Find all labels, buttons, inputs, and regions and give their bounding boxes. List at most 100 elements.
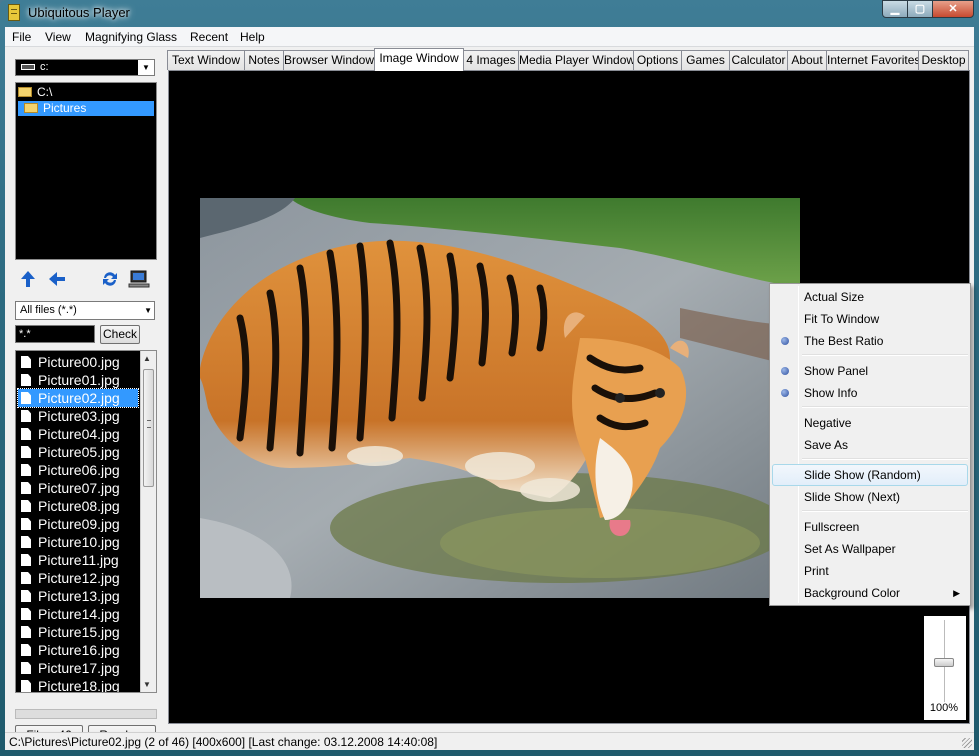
- list-item[interactable]: Picture00.jpg: [18, 353, 138, 371]
- list-item[interactable]: Picture15.jpg: [18, 623, 138, 641]
- file-list[interactable]: Picture00.jpg Picture01.jpg Picture02.jpg P…: [15, 350, 157, 693]
- menu-item-set-as-wallpaper[interactable]: Set As Wallpaper: [772, 538, 968, 560]
- tab-image-window[interactable]: Image Window: [374, 48, 464, 71]
- file-name: Picture14.jpg: [38, 606, 120, 622]
- menu-item-label: Fit To Window: [804, 312, 880, 326]
- window-title: Ubiquitous Player: [28, 5, 130, 20]
- list-item[interactable]: Picture05.jpg: [18, 443, 138, 461]
- tab-games[interactable]: Games: [681, 50, 730, 70]
- menu-item-slide-show-random[interactable]: Slide Show (Random): [772, 464, 968, 486]
- menu-item-the-best-ratio[interactable]: The Best Ratio: [772, 330, 968, 352]
- menu-item-negative[interactable]: Negative: [772, 412, 968, 434]
- left-panel: c: ▼ C:\ Pictures All files (*.*) ▼ *.* …: [5, 47, 163, 746]
- zoom-label: 100%: [929, 702, 959, 714]
- list-splitter[interactable]: [15, 709, 157, 719]
- menu-help[interactable]: Help: [238, 29, 267, 45]
- app-icon: [8, 4, 20, 21]
- file-mask-input[interactable]: *.*: [15, 325, 95, 343]
- menu-magnifying-glass[interactable]: Magnifying Glass: [83, 29, 179, 45]
- list-item[interactable]: Picture16.jpg: [18, 641, 138, 659]
- file-name: Picture11.jpg: [38, 552, 119, 568]
- chevron-down-icon[interactable]: ▼: [138, 60, 154, 75]
- maximize-button[interactable]: ▢: [907, 0, 933, 18]
- list-item[interactable]: Picture09.jpg: [18, 515, 138, 533]
- list-item[interactable]: Picture02.jpg: [17, 388, 139, 408]
- menu-item-label: Set As Wallpaper: [804, 542, 896, 556]
- file-icon: [21, 374, 31, 386]
- file-name: Picture18.jpg: [38, 678, 120, 693]
- list-item[interactable]: Picture03.jpg: [18, 407, 138, 425]
- tab-media-player-window[interactable]: Media Player Window: [518, 50, 635, 70]
- file-list-scrollbar[interactable]: ▲ ▼: [140, 351, 156, 692]
- menu-recent[interactable]: Recent: [188, 29, 230, 45]
- tree-item-pictures[interactable]: Pictures: [18, 101, 154, 116]
- folder-tree[interactable]: C:\ Pictures: [15, 82, 157, 260]
- list-item[interactable]: Picture14.jpg: [18, 605, 138, 623]
- file-icon: [21, 356, 31, 368]
- menu-item-actual-size[interactable]: Actual Size: [772, 286, 968, 308]
- file-filter-select[interactable]: All files (*.*) ▼: [15, 301, 155, 320]
- menu-item-show-info[interactable]: Show Info: [772, 382, 968, 404]
- menu-item-background-color[interactable]: Background Color ▶: [772, 582, 968, 604]
- chevron-down-icon[interactable]: ▼: [144, 302, 152, 319]
- up-arrow-icon[interactable]: [17, 269, 39, 291]
- list-item[interactable]: Picture18.jpg: [18, 677, 138, 693]
- menu-view[interactable]: View: [43, 29, 73, 45]
- tab-browser-window[interactable]: Browser Window: [283, 50, 375, 70]
- tab-desktop[interactable]: Desktop: [918, 50, 969, 70]
- minimize-button[interactable]: ▁: [882, 0, 908, 18]
- computer-icon[interactable]: [128, 269, 150, 291]
- menu-item-fit-to-window[interactable]: Fit To Window: [772, 308, 968, 330]
- title-bar[interactable]: Ubiquitous Player ▁ ▢ ✕: [0, 0, 979, 27]
- menu-file[interactable]: File: [10, 29, 33, 45]
- menu-separator: [802, 510, 968, 512]
- close-button[interactable]: ✕: [932, 0, 974, 18]
- scroll-down-icon[interactable]: ▼: [143, 680, 151, 689]
- menu-item-label: Save As: [804, 438, 849, 452]
- tab-calculator[interactable]: Calculator: [729, 50, 788, 70]
- left-arrow-icon[interactable]: [46, 269, 68, 291]
- scroll-up-icon[interactable]: ▲: [143, 354, 151, 363]
- menu-item-label: Slide Show (Next): [804, 490, 901, 504]
- list-item[interactable]: Picture04.jpg: [18, 425, 138, 443]
- file-name: Picture01.jpg: [38, 372, 120, 388]
- file-icon: [21, 500, 31, 512]
- drive-select[interactable]: c: ▼: [15, 59, 155, 76]
- menu-item-save-as[interactable]: Save As: [772, 434, 968, 456]
- menu-bar: File View Magnifying Glass Recent Help: [5, 27, 974, 47]
- list-item[interactable]: Picture10.jpg: [18, 533, 138, 551]
- tab-internet-favorites[interactable]: Internet Favorites: [826, 50, 920, 70]
- menu-item-fullscreen[interactable]: Fullscreen: [772, 516, 968, 538]
- tab-about[interactable]: About: [787, 50, 827, 70]
- tab-4-images[interactable]: 4 Images: [463, 50, 519, 70]
- menu-item-show-panel[interactable]: Show Panel: [772, 360, 968, 382]
- menu-item-print[interactable]: Print: [772, 560, 968, 582]
- file-icon: [21, 590, 31, 602]
- tab-options[interactable]: Options: [633, 50, 682, 70]
- list-item[interactable]: Picture06.jpg: [18, 461, 138, 479]
- menu-item-slide-show-next[interactable]: Slide Show (Next): [772, 486, 968, 508]
- list-item[interactable]: Picture07.jpg: [18, 479, 138, 497]
- file-name: Picture06.jpg: [38, 462, 120, 478]
- list-item[interactable]: Picture08.jpg: [18, 497, 138, 515]
- scrollbar-thumb[interactable]: [143, 369, 154, 487]
- tree-item-root[interactable]: C:\: [18, 85, 52, 100]
- menu-item-label: Background Color: [804, 586, 901, 600]
- list-item[interactable]: Picture11.jpg: [18, 551, 138, 569]
- refresh-icon[interactable]: [99, 269, 121, 291]
- resize-grip-icon[interactable]: [962, 738, 972, 748]
- tab-notes[interactable]: Notes: [244, 50, 284, 70]
- tab-text-window[interactable]: Text Window: [167, 50, 245, 70]
- list-item[interactable]: Picture01.jpg: [18, 371, 138, 389]
- list-item[interactable]: Picture13.jpg: [18, 587, 138, 605]
- file-icon: [21, 410, 31, 422]
- file-icon: [21, 446, 31, 458]
- zoom-slider-thumb[interactable]: [934, 658, 954, 667]
- check-button[interactable]: Check: [100, 325, 140, 344]
- tree-item-label: C:\: [37, 85, 53, 99]
- list-item[interactable]: Picture12.jpg: [18, 569, 138, 587]
- file-icon: [21, 662, 31, 674]
- folder-open-icon: [18, 87, 32, 97]
- tiger-photo: [200, 198, 800, 598]
- list-item[interactable]: Picture17.jpg: [18, 659, 138, 677]
